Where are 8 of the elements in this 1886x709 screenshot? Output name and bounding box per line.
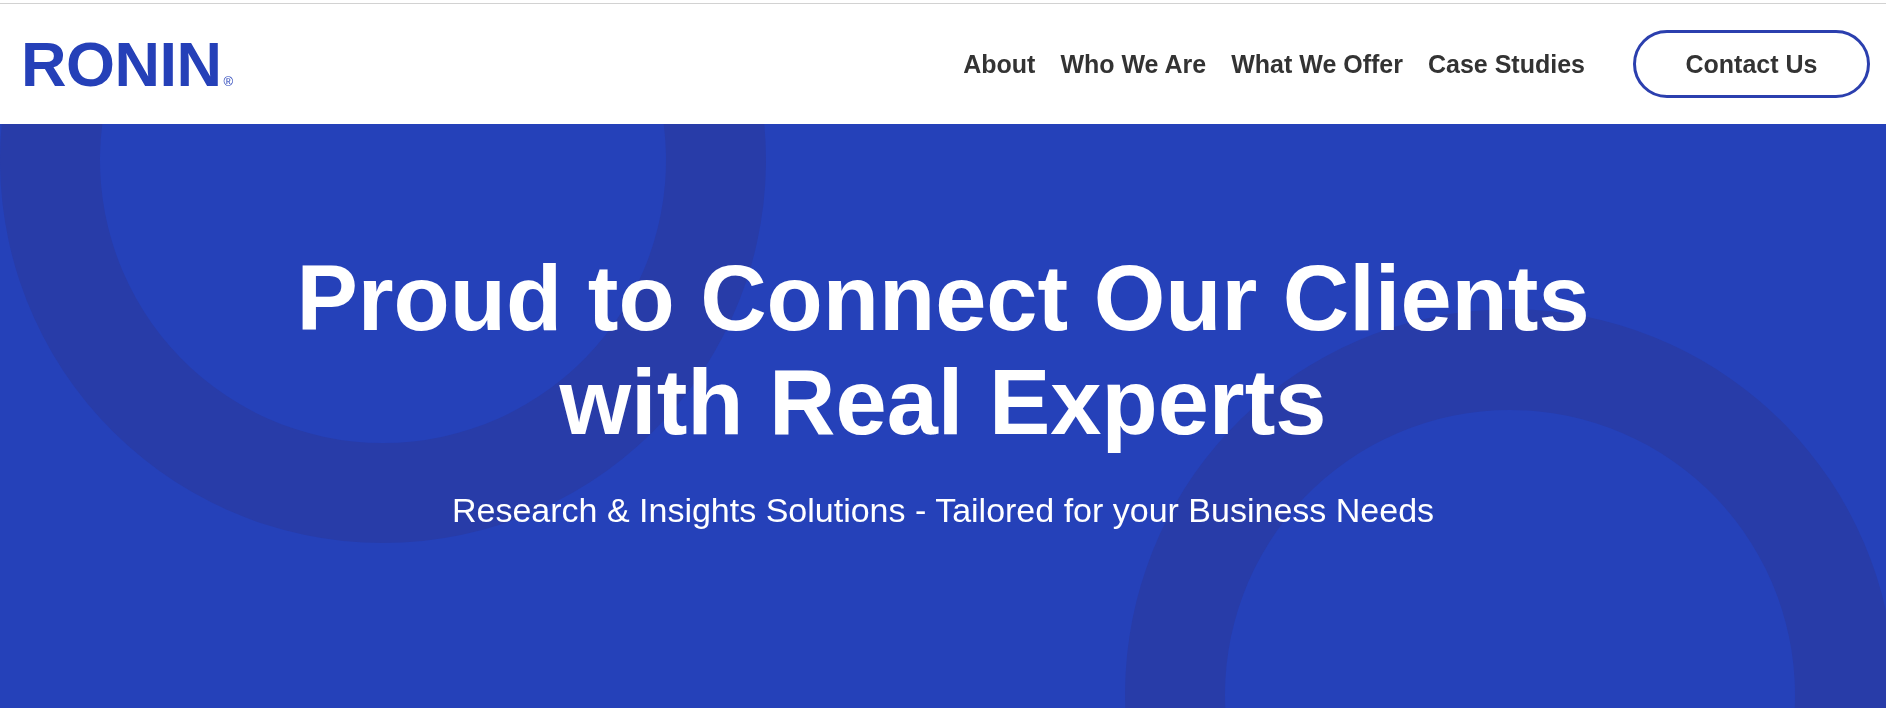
logo-wordmark[interactable]: RONIN® (21, 32, 234, 96)
nav-link[interactable]: Case Studies (1428, 49, 1585, 79)
hero-subheading: Research & Insights Solutions - Tailored for your Business Needs (451, 490, 1435, 531)
contact-button[interactable]: Contact Us (1633, 30, 1870, 98)
hero-heading: Proud to Connect Our Clients with Real Experts (295, 246, 1591, 454)
nav-link[interactable]: Who We Are (1060, 49, 1207, 79)
nav-link[interactable]: What We Offer (1231, 49, 1403, 79)
nav-link[interactable]: About (963, 49, 1036, 79)
